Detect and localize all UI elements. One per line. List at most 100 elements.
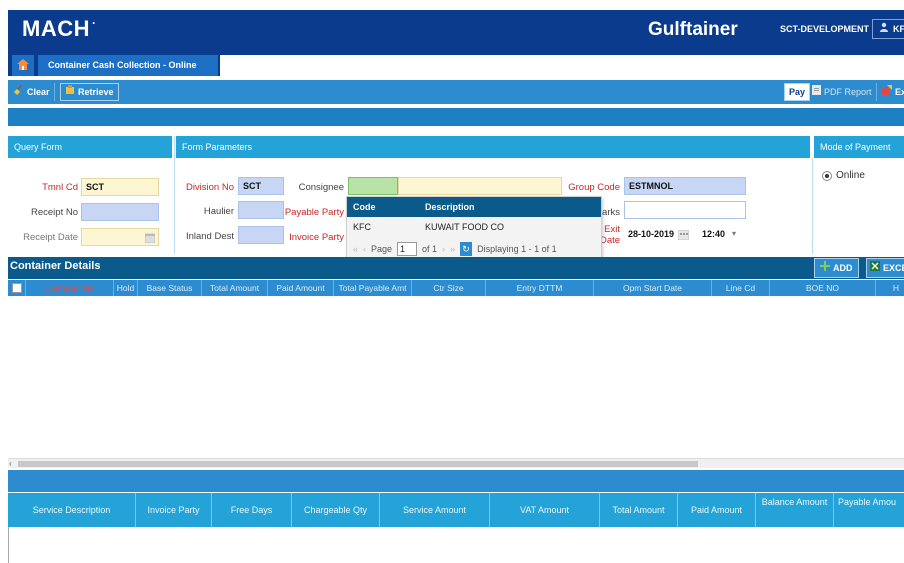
toolbar: Clear Retrieve Pay PDF Report Ex [8,80,904,104]
col-invoice-party[interactable]: Invoice Party [136,493,212,527]
last-page-icon[interactable]: » [450,239,455,259]
pdf-icon [812,83,821,101]
chevron-down-icon[interactable]: ▾ [732,229,736,238]
prev-page-icon[interactable]: ‹ [363,239,366,259]
col-service-amount[interactable]: Service Amount [380,493,490,527]
col-paid-amount[interactable]: Paid Amount [678,493,756,527]
home-icon [17,58,29,73]
online-radio-label: Online [836,170,865,181]
user-icon [879,20,889,38]
query-form-panel: Query Form [8,136,172,158]
scroll-left-icon[interactable]: ‹ [9,459,12,468]
receipt-date-field[interactable] [81,228,159,246]
app-logo: MACH · [22,16,97,41]
dropdown-header: Code Description [347,197,601,217]
receipt-no-field[interactable] [81,203,159,221]
online-radio[interactable]: Online [822,170,865,181]
exit-date-label: Exit Date [600,224,621,246]
receipt-no-label: Receipt No [31,207,78,218]
receipt-date-label: Receipt Date [23,232,78,243]
mode-of-payment-title: Mode of Payment [814,136,904,158]
first-page-icon[interactable]: « [353,239,358,259]
group-code-field[interactable]: ESTMNOL [624,177,746,195]
col-opm-start-date[interactable]: Opm Start Date [594,280,712,296]
service-section-bar [8,470,904,492]
app-header: MACH· Gulftainer SCT-DEVELOPMENT KFC [8,10,904,52]
clear-button[interactable]: Clear [10,83,55,101]
plus-icon [820,259,830,277]
brand-name: Gulftainer [648,19,738,40]
horizontal-scrollbar[interactable]: ‹ [8,458,904,468]
inland-dest-field[interactable] [238,226,284,244]
col-free-days[interactable]: Free Days [212,493,292,527]
export-icon [882,83,892,101]
home-tab[interactable] [12,55,34,76]
col-entry-dttm[interactable]: Entry DTTM [486,280,594,296]
tmnl-cd-label: Tmnl Cd [42,182,78,193]
tab-strip-fill [220,55,904,76]
next-page-icon[interactable]: › [442,239,445,259]
col-base-status[interactable]: Base Status [138,280,202,296]
container-details-bar: Container Details ADD EXCEL [8,257,904,279]
inland-dest-label: Inland Dest [185,231,234,242]
haulier-field[interactable] [238,201,284,219]
calendar-icon[interactable] [677,229,690,243]
consignee-label: Consignee [298,182,344,193]
col-paid-amount[interactable]: Paid Amount [268,280,334,296]
query-form-title: Query Form [8,136,172,158]
remarks-label: arks [602,207,620,218]
col-total-amount[interactable]: Total Amount [202,280,268,296]
dropdown-row-description: KUWAIT FOOD CO [425,222,505,232]
col-h[interactable]: H [876,280,904,296]
dropdown-row[interactable]: KFC KUWAIT FOOD CO [347,219,601,235]
col-total-payable-amt[interactable]: Total Payable Amt [334,280,412,296]
of-pages-label: of 1 [422,244,438,254]
dropdown-row-code: KFC [353,222,371,232]
col-ctr-size[interactable]: Ctr Size [412,280,486,296]
separator-bar [8,108,904,126]
select-all-checkbox[interactable] [12,283,22,293]
page-input[interactable]: 1 [397,242,418,256]
user-menu[interactable]: KFC [872,19,904,39]
scrollbar-thumb[interactable] [18,461,698,467]
col-service-description[interactable]: Service Description [8,493,136,527]
pdf-report-button[interactable]: PDF Report [808,83,877,101]
col-chargeable-qty[interactable]: Chargeable Qty [292,493,380,527]
consignee-dropdown: Code Description KFC KUWAIT FOOD CO « ‹ … [346,196,602,260]
form-parameters-title: Form Parameters [176,136,810,158]
container-details-title: Container Details [10,260,101,272]
col-hold[interactable]: Hold [114,280,138,296]
exit-time-field[interactable]: 12:40 [698,226,744,244]
col-line-cd[interactable]: Line Cd [712,280,770,296]
col-boe-no[interactable]: BOE NO [770,280,876,296]
consignee-name-field[interactable] [398,177,562,195]
retrieve-button[interactable]: Retrieve [60,83,119,101]
export-button[interactable]: Ex [878,83,904,101]
consignee-code-field[interactable] [348,177,398,195]
col-vat-amount[interactable]: VAT Amount [490,493,600,527]
remarks-field[interactable] [624,201,746,219]
division-no-label: Division No [185,182,234,193]
service-grid-header: Service Description Invoice Party Free D… [8,493,904,527]
col-balance-amount[interactable]: Balance Amount [756,493,834,527]
container-grid-header: Container No Hold Base Status Total Amou… [8,280,904,296]
add-button[interactable]: ADD [814,258,859,278]
excel-button[interactable]: EXCEL [866,258,904,278]
tab-container-cash-collection[interactable]: Container Cash Collection - Online [38,55,218,76]
broom-icon [14,83,24,101]
division-no-field[interactable]: SCT [238,177,284,195]
dropdown-col-description: Description [425,202,475,212]
col-payable-amount[interactable]: Payable Amou [834,493,904,527]
panel-divider [174,136,175,254]
page-label: Page [371,244,393,254]
pay-button[interactable]: Pay [784,83,811,101]
calendar-icon[interactable] [144,232,156,248]
tmnl-cd-field[interactable]: SCT [81,178,159,196]
panel-divider [812,158,813,254]
refresh-icon[interactable]: ↻ [460,242,473,256]
excel-icon [870,259,880,277]
col-total-amount[interactable]: Total Amount [600,493,678,527]
col-container-no[interactable]: Container No [26,280,114,296]
invoice-party-label: Invoice Party [289,232,344,243]
environment-label: SCT-DEVELOPMENT [780,24,870,34]
